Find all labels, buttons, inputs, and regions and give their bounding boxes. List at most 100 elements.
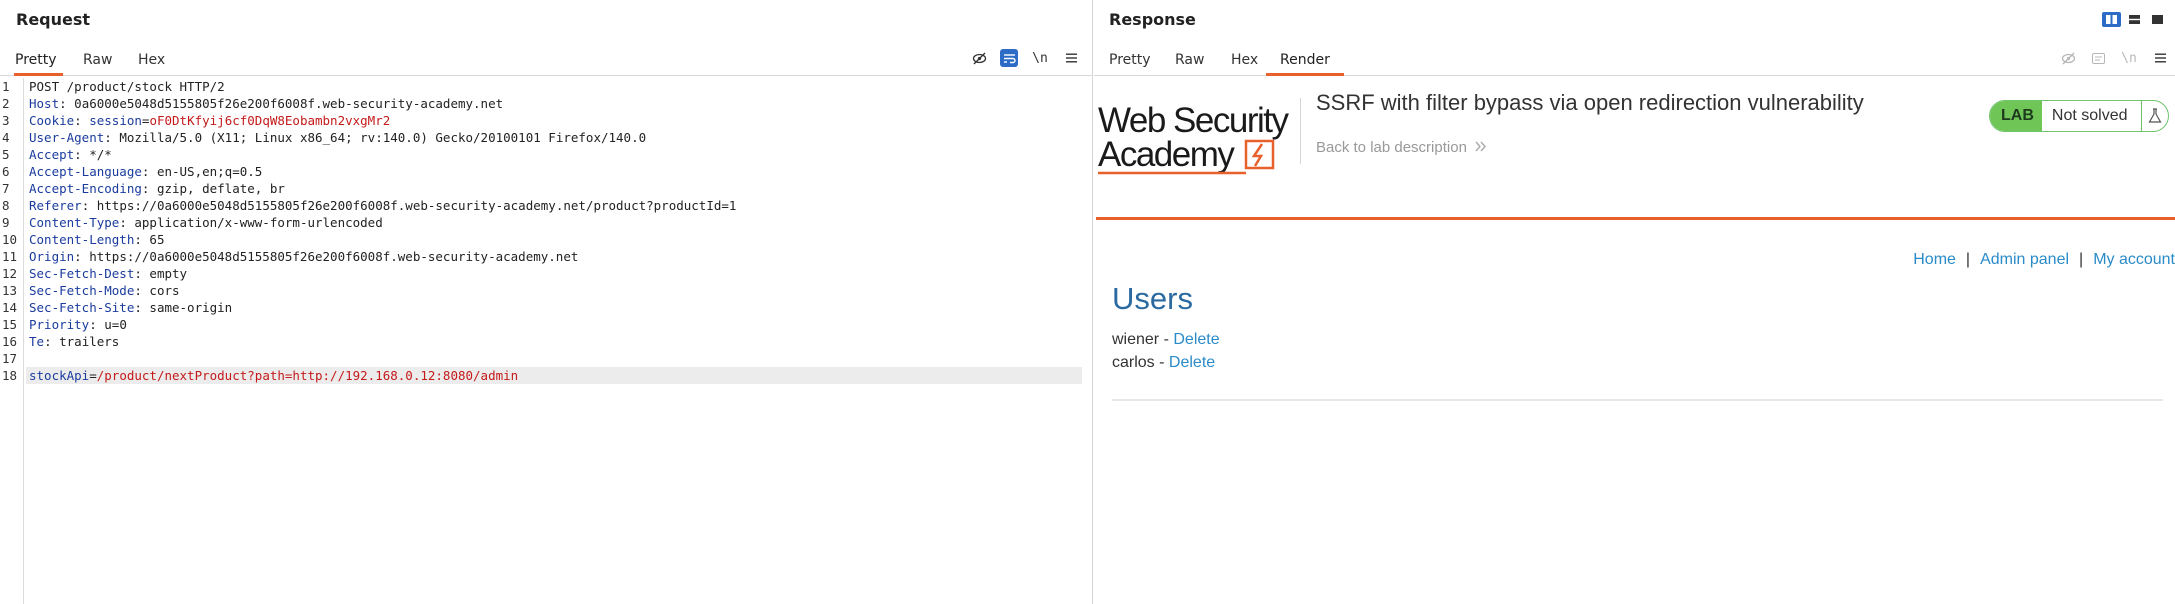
body-param-value: /product/nextProduct?path=http://192.168… [96,368,519,383]
header-name: Sec-Fetch-Site [29,300,135,315]
nav-separator: | [1965,251,1971,268]
response-title: Response [1109,10,1196,29]
code-line[interactable]: 18 stockApi=/product/nextProduct?path=htt… [2,367,1082,384]
users-heading: Users [1112,281,1193,316]
header-name: Sec-Fetch-Mode [29,283,135,298]
username: carlos [1112,354,1155,371]
header-value: 0a6000e5048d5155805f26e200f6008f.web-sec… [74,96,504,111]
nav-link-my-account[interactable]: My account [2093,251,2175,268]
web-security-academy-logo[interactable]: Web Security Academy [1096,96,1296,186]
line-number: 8 [2,198,10,213]
line-number: 13 [2,283,18,298]
wrap-lines-icon[interactable] [2089,49,2107,67]
tabbed-layout-icon[interactable] [2148,12,2167,27]
tab-pretty[interactable]: Pretty [14,50,63,76]
request-code[interactable]: 1 POST /product/stock HTTP/2 2 Host: 0a6000… [0,78,1082,384]
response-tabs: Pretty Raw Hex Render [1094,46,2175,76]
wrap-lines-icon[interactable] [1000,49,1018,67]
request-editor[interactable]: 1 POST /product/stock HTTP/2 2 Host: 0a6000… [0,78,1092,604]
code-line[interactable]: 9 Content-Type: application/x-www-form-ur… [0,214,1082,231]
logo-divider [1300,98,1301,164]
code-line[interactable]: 17 [0,350,1082,367]
code-line[interactable]: 6 Accept-Language: en-US,en;q=0.5 [0,163,1082,180]
code-text: Accept-Encoding: gzip, deflate, br [29,181,285,196]
code-line[interactable]: 11 Origin: https://0a6000e5048d5155805f26… [0,248,1082,265]
tab-hex[interactable]: Hex [137,50,166,76]
code-text: Content-Length: 65 [29,232,165,247]
content-divider [1112,399,2163,401]
code-line[interactable]: 15 Priority: u=0 [0,316,1082,333]
header-value: gzip, deflate, br [156,181,285,196]
header-value: u=0 [104,317,127,332]
code-line[interactable]: 16 Te: trailers [0,333,1082,350]
header-divider [1096,217,2175,220]
newline-toggle[interactable]: \n [2119,49,2139,67]
tab-pretty[interactable]: Pretty [1108,50,1152,76]
line-number: 17 [2,351,18,366]
tab-raw[interactable]: Raw [1174,50,1205,76]
user-row: wiener - Delete [1112,331,1220,348]
code-line[interactable]: 8 Referer: https://0a6000e5048d5155805f26… [0,197,1082,214]
code-line[interactable]: 10 Content-Length: 65 [0,231,1082,248]
delete-user-link[interactable]: Delete [1169,354,1215,371]
line-number: 11 [2,249,18,264]
nav-link-admin-panel[interactable]: Admin panel [1980,251,2069,268]
header-name: Te [29,334,45,349]
top-nav: Home | Admin panel | My account [1913,251,2175,269]
line-number: 16 [2,334,18,349]
lab-status-widget: LAB Not solved [1989,100,2170,132]
lab-badge: LAB [1990,101,2042,131]
username: wiener [1112,331,1160,348]
line-number: 2 [2,96,10,111]
header-name: Accept-Language [29,164,142,179]
code-line[interactable]: 3 Cookie: session=oF0DtKfyij6cf0DqW8Eobam… [0,112,1082,129]
tab-hex[interactable]: Hex [1230,50,1259,76]
code-line[interactable]: 2 Host: 0a6000e5048d5155805f26e200f6008f.… [0,95,1082,112]
header-name: Cookie [29,113,75,128]
tab-render[interactable]: Render [1266,50,1344,76]
code-text: Cookie: session=oF0DtKfyij6cf0DqW8Eobamb… [29,113,391,128]
code-line[interactable]: 4 User-Agent: Mozilla/5.0 (X11; Linux x86… [0,129,1082,146]
code-line[interactable]: 14 Sec-Fetch-Site: same-origin [0,299,1082,316]
eye-slash-icon[interactable] [970,49,988,67]
side-by-side-layout-icon[interactable] [2102,12,2121,27]
newline-toggle[interactable]: \n [1030,49,1050,67]
stacked-layout-icon[interactable] [2125,12,2144,27]
line-number: 10 [2,232,18,247]
code-line[interactable]: 5 Accept: */* [0,146,1082,163]
response-pane: Response Pretty Raw Hex Render \n Web Se… [1094,0,2175,604]
code-line[interactable]: 12 Sec-Fetch-Dest: empty [0,265,1082,282]
line-number: 4 [2,130,10,145]
lab-title: SSRF with filter bypass via open redirec… [1316,90,1864,115]
tab-raw[interactable]: Raw [82,50,113,76]
header-value: https://0a6000e5048d5155805f26e200f6008f… [89,249,579,264]
code-line[interactable]: 13 Sec-Fetch-Mode: cors [0,282,1082,299]
delete-user-link[interactable]: Delete [1173,331,1219,348]
header-name: Content-Type [29,215,120,230]
header-name: Accept [29,147,75,162]
code-text: User-Agent: Mozilla/5.0 (X11; Linux x86_… [29,130,647,145]
line-number: 14 [2,300,18,315]
hamburger-icon[interactable] [2151,49,2169,67]
eye-slash-icon[interactable] [2059,49,2077,67]
header-value: trailers [59,334,120,349]
line-number: 6 [2,164,10,179]
code-text: Priority: u=0 [29,317,127,332]
hamburger-icon[interactable] [1062,49,1080,67]
response-toolbar: \n [2059,48,2169,68]
line-number: 7 [2,181,10,196]
code-text: Content-Type: application/x-www-form-url… [29,215,383,230]
code-text: Sec-Fetch-Dest: empty [29,266,188,281]
code-text: Accept-Language: en-US,en;q=0.5 [29,164,263,179]
code-line[interactable]: 7 Accept-Encoding: gzip, deflate, br [0,180,1082,197]
back-to-lab-description-link[interactable]: Back to lab description [1316,139,1487,156]
nav-link-home[interactable]: Home [1913,251,1956,268]
header-value: */* [89,147,112,162]
line-number: 5 [2,147,10,162]
code-text: Host: 0a6000e5048d5155805f26e200f6008f.w… [29,96,504,111]
code-line[interactable]: 1 POST /product/stock HTTP/2 [0,78,1082,95]
header-value: en-US,en;q=0.5 [156,164,263,179]
request-tabs: Pretty Raw Hex [0,46,1092,76]
header-value: session=oF0DtKfyij6cf0DqW8Eobambn2vxgMr2 [89,113,391,128]
rendered-response: Web Security Academy SSRF with filter by… [1094,78,2175,604]
